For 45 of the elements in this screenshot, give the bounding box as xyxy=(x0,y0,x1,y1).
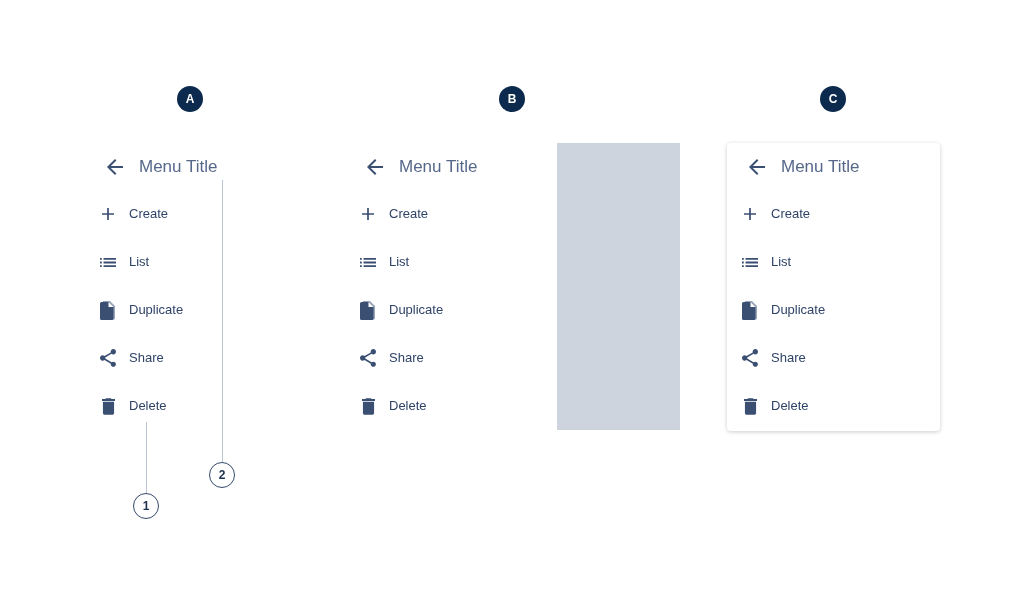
list-icon xyxy=(360,257,376,267)
document-stack-icon xyxy=(360,300,376,320)
back-arrow-icon xyxy=(749,158,765,175)
list-icon xyxy=(742,257,758,267)
menu-title: Menu Title xyxy=(781,158,860,175)
menu-item[interactable]: Share xyxy=(360,334,557,382)
menu-item[interactable]: Create xyxy=(742,190,925,238)
menu-item[interactable]: List xyxy=(100,238,216,286)
menu-item[interactable]: List xyxy=(360,238,557,286)
back-button[interactable] xyxy=(367,158,383,175)
variant-badge: A xyxy=(177,86,203,112)
list-icon xyxy=(100,257,116,267)
menu-title: Menu Title xyxy=(399,158,478,175)
plus-icon xyxy=(362,208,374,220)
share-icon xyxy=(742,349,758,367)
share-icon xyxy=(100,349,116,367)
trash-icon xyxy=(743,397,757,415)
variant-badge: C xyxy=(820,86,846,112)
menu-item[interactable]: Duplicate xyxy=(360,286,557,334)
trash-icon xyxy=(101,397,115,415)
menu-item[interactable]: List xyxy=(742,238,925,286)
back-button[interactable] xyxy=(749,158,765,175)
back-button[interactable] xyxy=(107,158,123,175)
callout-marker: 2 xyxy=(209,462,235,488)
back-arrow-icon xyxy=(107,158,123,175)
callout-marker: 1 xyxy=(133,493,159,519)
menu-item[interactable]: Delete xyxy=(360,382,557,430)
menu-item[interactable]: Share xyxy=(100,334,216,382)
document-stack-icon xyxy=(100,300,116,320)
menu-item[interactable]: Duplicate xyxy=(100,286,216,334)
menu-item[interactable]: Share xyxy=(742,334,925,382)
variant-badge: B xyxy=(499,86,525,112)
menu-item[interactable]: Delete xyxy=(742,382,925,430)
menu-title: Menu Title xyxy=(139,158,218,175)
back-arrow-icon xyxy=(367,158,383,175)
menu-item[interactable]: Delete xyxy=(100,382,216,430)
menu-item[interactable]: Create xyxy=(100,190,216,238)
leader-line xyxy=(145,422,147,493)
menu-item[interactable]: Duplicate xyxy=(742,286,925,334)
plus-icon xyxy=(744,208,756,220)
share-icon xyxy=(360,349,376,367)
plus-icon xyxy=(102,208,114,220)
trash-icon xyxy=(361,397,375,415)
menu-item[interactable]: Create xyxy=(360,190,557,238)
document-stack-icon xyxy=(742,300,758,320)
